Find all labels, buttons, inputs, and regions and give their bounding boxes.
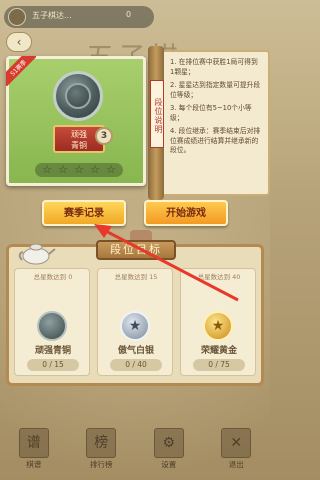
season-records-button[interactable]: 赛季记录 — [42, 200, 126, 226]
avatar — [8, 8, 26, 26]
rank-help-scroll: 1. 在排位赛中获胜1局可得到1颗星； 2. 星星达到指定数量可提升段位等级； … — [146, 46, 270, 200]
bronze-medal-icon — [37, 311, 67, 341]
nav-label: 棋谱 — [26, 460, 42, 469]
goals-title: 段位目标 — [96, 240, 176, 260]
star-icon: ☆ — [90, 163, 100, 176]
tier-badge: 3 — [95, 127, 113, 145]
coin-count: 0 — [126, 10, 132, 19]
rank-medal-icon — [53, 71, 103, 121]
goal-progress: 0 / 75 — [193, 359, 245, 371]
top-user-bar: 五子棋达... 0 — [4, 6, 154, 28]
silver-medal-icon: ★ — [120, 311, 150, 341]
nav-item-settings[interactable]: ⚙ 设置 — [151, 428, 187, 472]
teapot-icon — [18, 243, 56, 265]
star-icon: ☆ — [42, 163, 52, 176]
goal-card-gold: 总星数达到 40 ★ 荣耀黄金 0 / 75 — [180, 268, 256, 376]
season-tag: S1赛季 — [6, 56, 36, 86]
goal-card-silver: 总星数达到 15 ★ 傲气白银 0 / 40 — [97, 268, 173, 376]
rule-item: 2. 星星达到指定数量可提升段位等级； — [170, 81, 261, 99]
goal-requirement: 总星数达到 0 — [33, 273, 73, 281]
rule-item: 1. 在排位赛中获胜1局可得到1颗星； — [170, 58, 258, 76]
gear-icon: ⚙ — [153, 428, 184, 458]
close-icon: ✕ — [221, 428, 252, 458]
rule-item: 3. 每个段位有5~10个小等级； — [170, 104, 252, 122]
gold-medal-icon: ★ — [203, 311, 233, 341]
goal-requirement: 总星数达到 40 — [197, 273, 241, 281]
nav-item-exit[interactable]: ✕ 退出 — [218, 428, 254, 472]
nav-label: 退出 — [228, 460, 244, 469]
stars-row: ☆ ☆ ☆ ☆ ☆ — [35, 163, 123, 177]
user-name: 五子棋达... — [32, 11, 72, 20]
help-tag: 段位说明 — [150, 80, 164, 148]
medal-core — [65, 83, 91, 109]
bottom-nav: 谱 棋谱 榜 排行榜 ⚙ 设置 ✕ 退出 — [0, 420, 270, 480]
nav-item-leaderboard[interactable]: 榜 排行榜 — [83, 428, 119, 472]
nav-label: 设置 — [161, 460, 177, 469]
goal-card-bronze: 总星数达到 0 顽强青铜 0 / 15 — [14, 268, 90, 376]
season-ribbon: S1赛季 — [6, 56, 36, 86]
star-icon: ☆ — [106, 163, 116, 176]
goal-progress: 0 / 15 — [27, 359, 79, 371]
goal-requirement: 总星数达到 15 — [114, 273, 158, 281]
goal-progress: 0 / 40 — [110, 359, 162, 371]
leaderboard-icon: 榜 — [86, 428, 117, 458]
goal-name: 顽强青铜 — [34, 346, 71, 356]
star-icon: ☆ — [58, 163, 68, 176]
nav-item-manual[interactable]: 谱 棋谱 — [16, 428, 52, 472]
goal-name: 傲气白银 — [117, 346, 154, 356]
rule-item: 4. 段位继承：赛季结束后对排位赛成绩进行结算并继承新的段位。 — [170, 127, 261, 154]
rank-card: S1赛季 顽强 青铜 3 ☆ ☆ ☆ ☆ ☆ — [6, 56, 146, 186]
chevron-left-icon: ‹ — [16, 35, 22, 49]
back-button[interactable]: ‹ — [6, 32, 32, 52]
goal-name: 荣耀黄金 — [200, 346, 237, 356]
star-icon: ☆ — [74, 163, 84, 176]
nav-label: 排行榜 — [90, 460, 113, 469]
rank-name-line2: 青铜 — [71, 141, 87, 150]
start-game-button[interactable]: 开始游戏 — [144, 200, 228, 226]
rules-panel: 1. 在排位赛中获胜1局可得到1颗星； 2. 星星达到指定数量可提升段位等级； … — [158, 50, 270, 196]
book-icon: 谱 — [18, 428, 49, 458]
